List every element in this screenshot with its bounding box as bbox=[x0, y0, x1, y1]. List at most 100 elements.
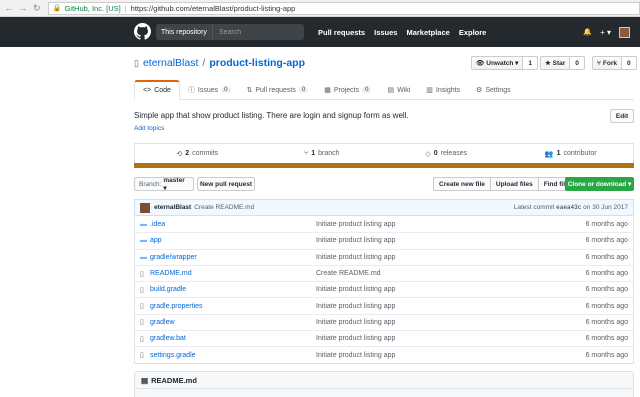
fork-button[interactable]: ⑂ Fork bbox=[592, 56, 622, 70]
unwatch-button[interactable]: 👁 Unwatch ▾ bbox=[471, 56, 524, 70]
header-right: 🔔 + ▾ bbox=[583, 17, 630, 47]
file-name-link[interactable]: build.gradle bbox=[150, 286, 186, 293]
repo-owner-link[interactable]: eternalBlast bbox=[143, 57, 198, 69]
watch-group: 👁 Unwatch ▾ 1 bbox=[471, 56, 539, 70]
star-count[interactable]: 0 bbox=[570, 56, 585, 70]
nav-pull-requests[interactable]: Pull requests bbox=[318, 28, 365, 37]
tab-wiki[interactable]: ▤ Wiki bbox=[379, 80, 418, 100]
repo-icon: ▯ bbox=[134, 57, 139, 68]
nav-explore[interactable]: Explore bbox=[459, 28, 487, 37]
file-age: 6 months ago bbox=[585, 351, 628, 359]
tab-issues[interactable]: ⓘ Issues 0 bbox=[180, 80, 239, 100]
file-age: 6 months ago bbox=[585, 270, 628, 278]
file-name-link[interactable]: settings.gradle bbox=[150, 352, 196, 359]
language-bar[interactable] bbox=[134, 163, 634, 168]
commit-message-link[interactable]: Create README.md bbox=[316, 270, 381, 277]
commit-message[interactable]: Create README.md bbox=[194, 204, 254, 211]
pr-counter: 0 bbox=[298, 87, 309, 93]
commit-message-link[interactable]: Initiate product listing app bbox=[316, 286, 395, 293]
issues-counter: 0 bbox=[221, 87, 231, 93]
commit-message-link[interactable]: Initiate product listing app bbox=[316, 237, 395, 244]
file-name-link[interactable]: gradle.properties bbox=[150, 303, 203, 310]
latest-commit-info: Latest commit eaea43c on 30 Jun 2017 bbox=[513, 204, 628, 211]
file-name-link[interactable]: .idea bbox=[150, 221, 165, 228]
edit-button[interactable]: Edit bbox=[610, 109, 634, 123]
file-actions: Create new file Upload files Find file bbox=[433, 177, 575, 191]
search-input[interactable] bbox=[212, 28, 303, 36]
nav-marketplace[interactable]: Marketplace bbox=[406, 28, 449, 37]
commit-message-link[interactable]: Initiate product listing app bbox=[316, 352, 395, 359]
reload-icon[interactable]: ↻ bbox=[30, 1, 44, 15]
tab-settings[interactable]: ⚙ Settings bbox=[468, 80, 519, 100]
repo-description: Simple app that show product listing. Th… bbox=[134, 111, 409, 120]
commit-sha[interactable]: eaea43c bbox=[556, 204, 581, 211]
repo-name-link[interactable]: product-listing-app bbox=[209, 57, 305, 69]
commit-message-link[interactable]: Initiate product listing app bbox=[316, 254, 395, 261]
projects-counter: 0 bbox=[362, 87, 372, 93]
file-name-link[interactable]: gradlew bbox=[150, 319, 175, 326]
releases-link[interactable]: ◇ 0 releases bbox=[384, 144, 509, 163]
project-icon: ▦ bbox=[324, 87, 331, 94]
gear-icon: ⚙ bbox=[476, 87, 483, 94]
avatar[interactable] bbox=[619, 26, 630, 38]
table-row: ▬ .idea Initiate product listing app 6 m… bbox=[135, 216, 633, 232]
commit-message-link[interactable]: Initiate product listing app bbox=[316, 319, 395, 326]
table-row: ▯ gradle.properties Initiate product lis… bbox=[135, 297, 633, 313]
people-icon: 👥 bbox=[544, 150, 554, 158]
readme-title: README.md bbox=[151, 375, 197, 385]
forward-icon[interactable]: → bbox=[16, 1, 30, 15]
lock-icon: 🔒 bbox=[52, 5, 62, 12]
secure-label: GitHub, Inc. [US] bbox=[64, 3, 121, 13]
plus-dropdown-icon[interactable]: + ▾ bbox=[600, 28, 611, 37]
issue-icon: ⓘ bbox=[187, 87, 195, 94]
new-pull-request-button[interactable]: New pull request bbox=[197, 177, 255, 191]
file-name-link[interactable]: gradlew.bat bbox=[150, 335, 186, 342]
history-icon: ⟲ bbox=[176, 150, 183, 158]
file-list: ▬ .idea Initiate product listing app 6 m… bbox=[134, 216, 634, 364]
clone-download-button[interactable]: Clone or download ▾ bbox=[565, 177, 634, 191]
commit-message-link[interactable]: Initiate product listing app bbox=[316, 221, 395, 228]
commit-message-link[interactable]: Initiate product listing app bbox=[316, 303, 395, 310]
tab-code[interactable]: <> Code bbox=[134, 80, 180, 100]
tab-pull-requests[interactable]: ⇅ Pull requests 0 bbox=[239, 80, 317, 100]
file-name-link[interactable]: app bbox=[150, 237, 162, 244]
tag-icon: ◇ bbox=[425, 150, 431, 158]
file-name-link[interactable]: README.md bbox=[150, 270, 192, 277]
add-topics-link[interactable]: Add topics bbox=[134, 125, 164, 132]
url-text: https://github.com/eternalBlast/product-… bbox=[130, 3, 296, 13]
address-bar[interactable]: 🔒 GitHub, Inc. [US] | https://github.com… bbox=[47, 1, 640, 15]
repo-tabs: <> Code ⓘ Issues 0 ⇅ Pull requests 0 ▦ Project… bbox=[134, 80, 634, 100]
commit-message-link[interactable]: Initiate product listing app bbox=[316, 335, 395, 342]
commits-link[interactable]: ⟲ 2 commits bbox=[135, 144, 260, 163]
tab-projects[interactable]: ▦ Projects 0 bbox=[316, 80, 379, 100]
readme-panel: ▤ README.md bbox=[134, 371, 634, 397]
code-icon: <> bbox=[143, 87, 152, 94]
fork-count[interactable]: 0 bbox=[622, 56, 637, 70]
avatar[interactable] bbox=[140, 202, 150, 213]
github-logo-icon[interactable] bbox=[134, 23, 151, 40]
fork-group: ⑂ Fork 0 bbox=[592, 56, 637, 70]
table-row: ▬ app Initiate product listing app 6 mon… bbox=[135, 232, 633, 248]
upload-files-button[interactable]: Upload files bbox=[489, 177, 539, 191]
file-age: 6 months ago bbox=[585, 302, 628, 310]
repo-title: ▯ eternalBlast / product-listing-app bbox=[134, 57, 305, 69]
table-row: ▬ gradle/wrapper Initiate product listin… bbox=[135, 248, 633, 265]
tab-insights[interactable]: ▥ Insights bbox=[418, 80, 468, 100]
file-age: 6 months ago bbox=[585, 253, 628, 261]
contributors-link[interactable]: 👥 1 contributor bbox=[509, 144, 634, 163]
bell-icon[interactable]: 🔔 bbox=[583, 28, 592, 36]
nav-issues[interactable]: Issues bbox=[374, 28, 397, 37]
star-button[interactable]: ★ Star bbox=[540, 56, 571, 70]
file-age: 6 months ago bbox=[585, 237, 628, 245]
star-group: ★ Star 0 bbox=[540, 56, 585, 70]
branches-link[interactable]: ⑂ 1 branch bbox=[260, 144, 385, 163]
back-icon[interactable]: ← bbox=[2, 1, 16, 15]
create-file-button[interactable]: Create new file bbox=[433, 177, 491, 191]
commit-author[interactable]: eternalBlast bbox=[154, 204, 191, 211]
browser-toolbar: ← → ↻ 🔒 GitHub, Inc. [US] | https://gith… bbox=[0, 0, 640, 17]
table-row: ▯ gradlew.bat Initiate product listing a… bbox=[135, 330, 633, 346]
file-name-link[interactable]: gradle/wrapper bbox=[150, 254, 197, 261]
branch-select-button[interactable]: Branch: master ▾ bbox=[134, 177, 194, 192]
watch-count[interactable]: 1 bbox=[523, 56, 539, 70]
latest-commit-bar: eternalBlast Create README.md Latest com… bbox=[134, 199, 634, 216]
